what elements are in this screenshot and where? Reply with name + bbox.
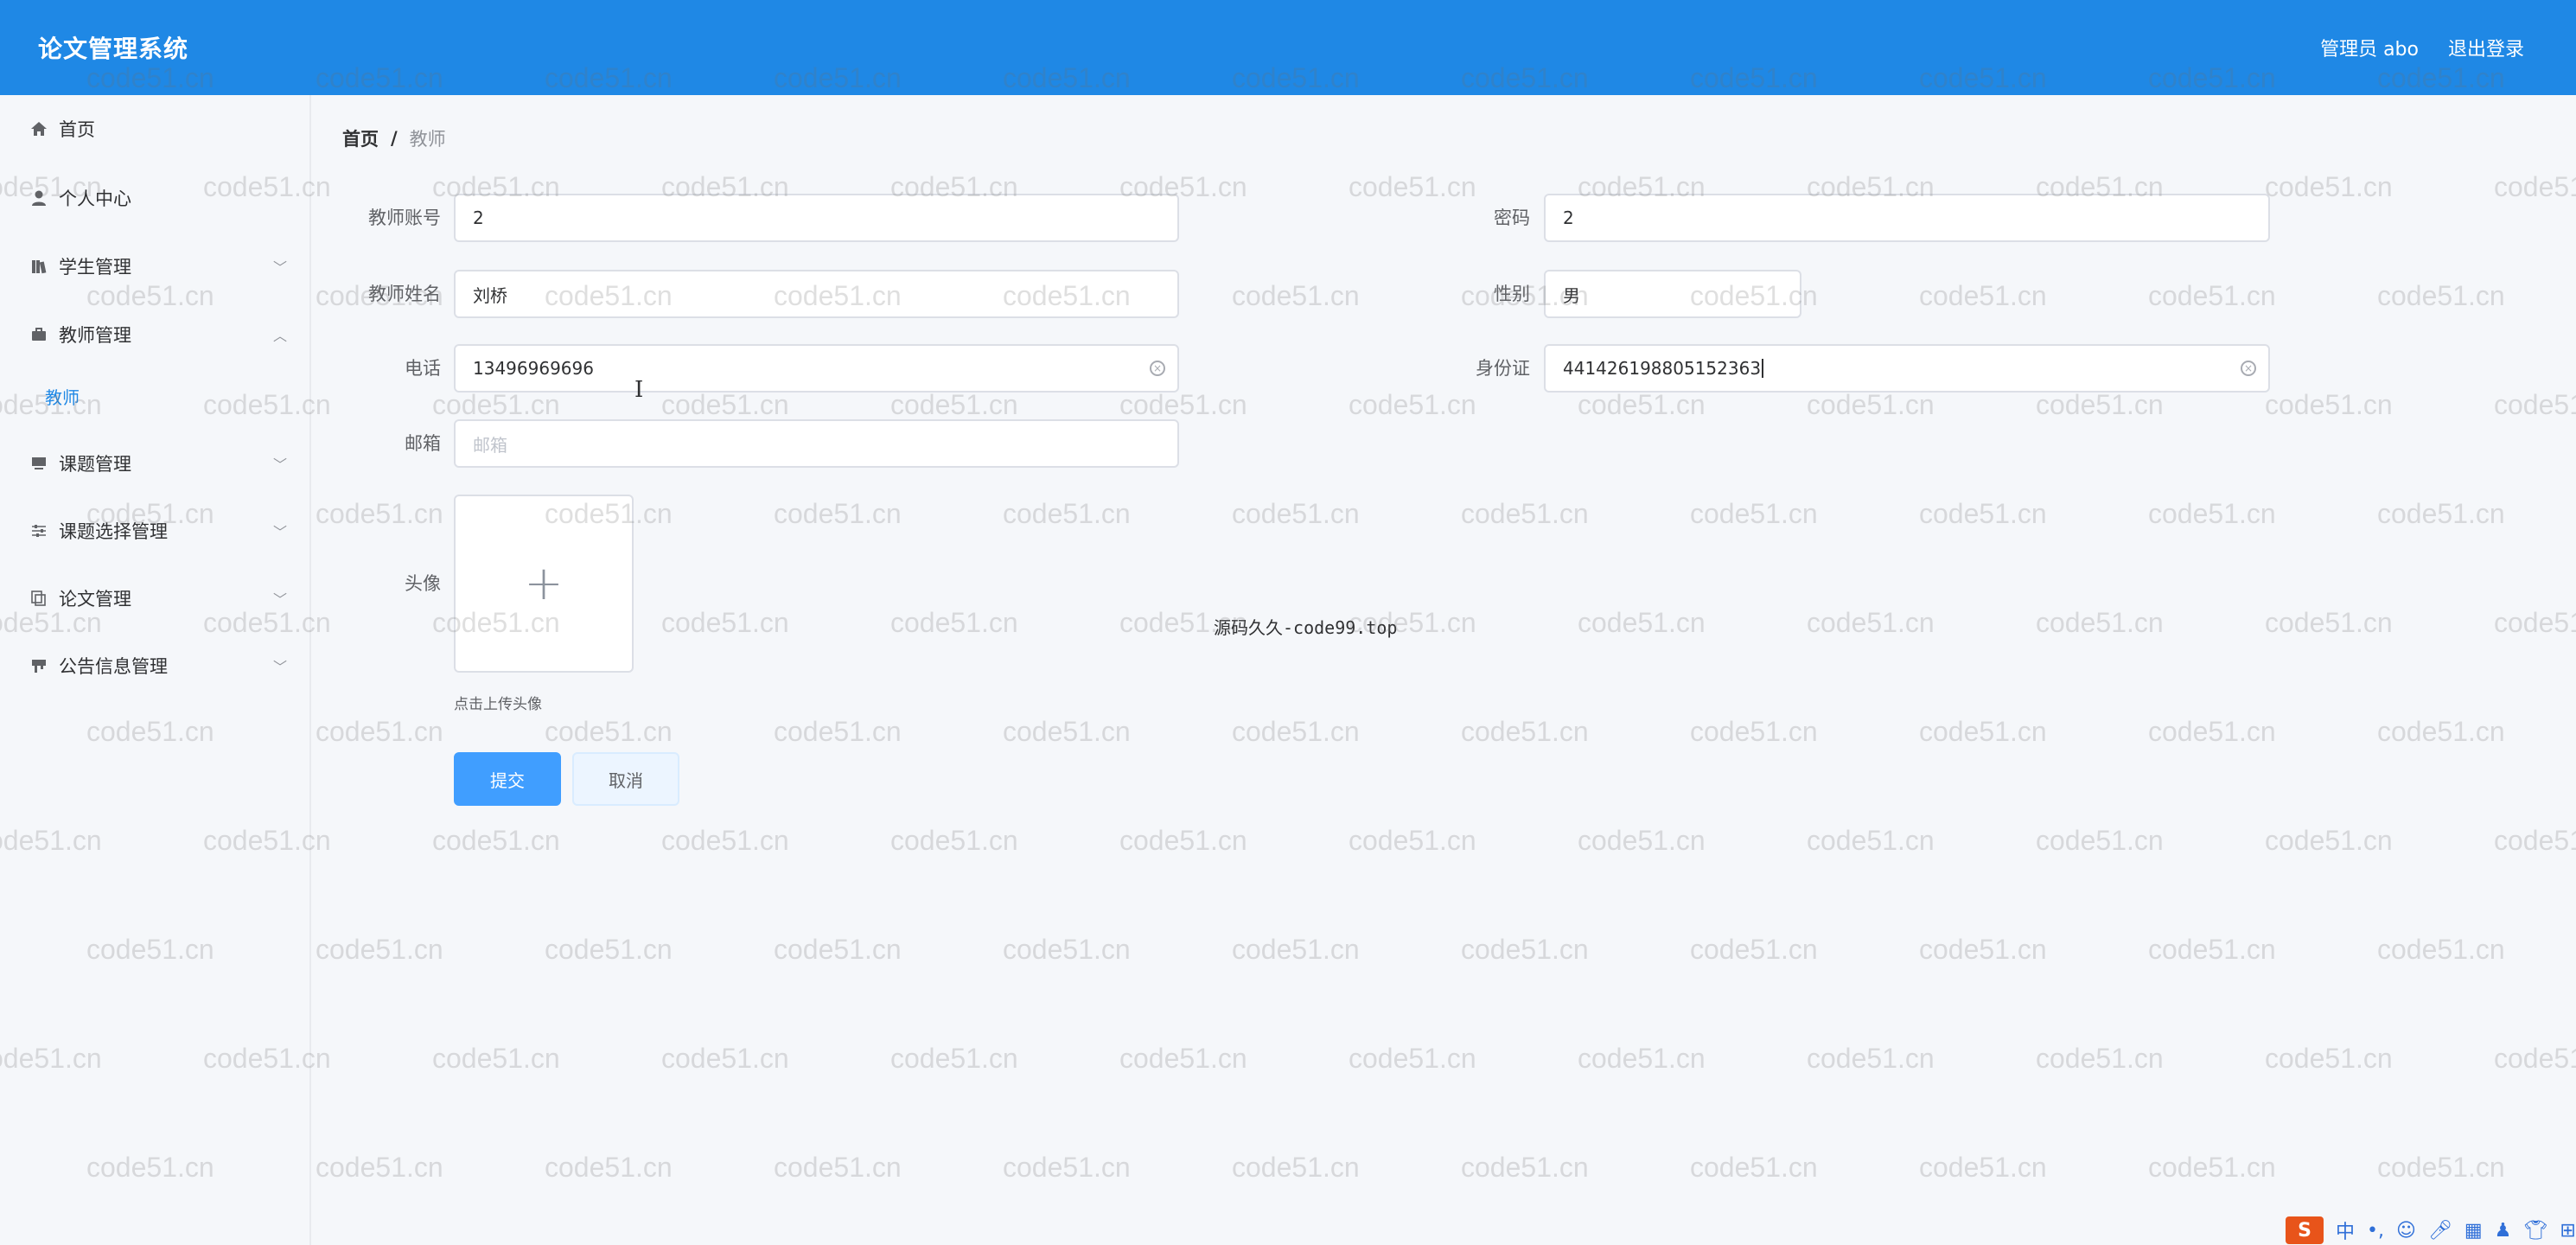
sidebar-item-label: 课题管理 — [59, 454, 131, 475]
sidebar-subitem-label: 教师 — [45, 386, 80, 408]
plus-icon: + — [524, 556, 564, 610]
breadcrumb-home[interactable]: 首页 — [342, 125, 379, 151]
chevron-down-icon: ﹀ — [272, 259, 287, 276]
chevron-down-icon: ﹀ — [272, 659, 287, 675]
top-header: 论文管理系统 管理员 abo 退出登录 — [0, 0, 2576, 95]
name-label: 教师姓名 — [368, 284, 441, 304]
phone-value: 13496969696 — [473, 358, 594, 379]
books-icon — [29, 257, 48, 276]
account-input[interactable]: 2 — [454, 194, 1179, 242]
grid-icon[interactable]: ⊞ — [2560, 1220, 2575, 1242]
clear-icon[interactable]: × — [2241, 361, 2256, 376]
email-placeholder: 邮箱 — [473, 434, 507, 456]
avatar-upload-hint: 点击上传头像 — [454, 696, 542, 713]
briefcase-icon — [29, 325, 48, 344]
logout-link[interactable]: 退出登录 — [2448, 34, 2524, 61]
system-tray: S 中 •, ☺ 🎤︎ ▦ ♟ 👕︎ ⊞ — [2273, 1216, 2576, 1245]
clear-icon[interactable]: × — [1150, 361, 1165, 376]
ime-language-label[interactable]: 中 — [2336, 1216, 2355, 1244]
sidebar-item-label: 学生管理 — [59, 257, 131, 278]
overlay-source-text: 源码久久-code99.top — [1214, 617, 1398, 638]
account-label: 教师账号 — [368, 208, 441, 228]
password-label: 密码 — [1494, 208, 1530, 228]
sidebar: 首页 个人中心 学生管理 ﹀ 教师管理 ︿ 教师 课题管理 ﹀ 课题选择管理 ﹀… — [0, 95, 311, 1245]
email-label: 邮箱 — [405, 433, 441, 454]
sidebar-item-profile[interactable]: 个人中心 — [0, 172, 311, 224]
gender-select[interactable]: 男 — [1544, 270, 1801, 318]
main-content: 首页 / 教师 教师账号 2 密码 2 教师姓名 刘桥 性别 男 电话 1349… — [311, 95, 2576, 1245]
sidebar-item-label: 公告信息管理 — [59, 656, 168, 677]
shirt-icon[interactable]: 👕︎ — [2523, 1220, 2547, 1242]
microphone-icon[interactable]: 🎤︎ — [2428, 1220, 2452, 1242]
chevron-down-icon: ﹀ — [272, 456, 287, 473]
password-input[interactable]: 2 — [1544, 194, 2270, 242]
chevron-down-icon: ﹀ — [272, 524, 287, 540]
password-value: 2 — [1563, 208, 1574, 228]
name-value: 刘桥 — [473, 284, 507, 306]
app-title: 论文管理系统 — [38, 35, 189, 63]
current-user-label[interactable]: 管理员 abo — [2320, 34, 2419, 61]
megaphone-icon — [29, 656, 48, 675]
home-icon — [29, 119, 48, 138]
copy-icon — [29, 589, 48, 608]
user-icon — [29, 188, 48, 208]
sidebar-item-label: 教师管理 — [59, 325, 131, 346]
sidebar-item-paper-management[interactable]: 论文管理 ﹀ — [0, 572, 311, 624]
phone-input[interactable]: 13496969696 × — [454, 344, 1179, 393]
sidebar-item-label: 论文管理 — [59, 589, 131, 610]
sidebar-item-label: 个人中心 — [59, 188, 131, 209]
sidebar-item-student-management[interactable]: 学生管理 ﹀ — [0, 240, 311, 292]
submit-button[interactable]: 提交 — [454, 752, 561, 806]
sidebar-item-teacher-management[interactable]: 教师管理 ︿ — [0, 309, 311, 361]
emoji-icon[interactable]: ☺ — [2396, 1220, 2416, 1242]
sidebar-item-home[interactable]: 首页 — [0, 103, 311, 155]
keyboard-icon[interactable]: ▦ — [2464, 1220, 2483, 1242]
sidebar-item-topic-management[interactable]: 课题管理 ﹀ — [0, 437, 311, 489]
account-value: 2 — [473, 208, 484, 228]
sidebar-item-label: 课题选择管理 — [59, 521, 168, 542]
sidebar-item-topic-selection-management[interactable]: 课题选择管理 ﹀ — [0, 505, 311, 557]
avatar-label: 头像 — [405, 573, 441, 594]
mouse-text-cursor-icon: I — [634, 377, 644, 403]
breadcrumb-separator: / — [391, 128, 398, 149]
user-icon[interactable]: ♟ — [2495, 1220, 2512, 1242]
avatar-upload[interactable]: + — [454, 495, 634, 673]
phone-label: 电话 — [405, 358, 441, 379]
chevron-up-icon: ︿ — [272, 328, 287, 344]
text-caret — [1762, 359, 1764, 378]
id-card-value: 441426198805152363 — [1563, 358, 1762, 379]
name-input[interactable]: 刘桥 — [454, 270, 1179, 318]
sidebar-item-announcement-management[interactable]: 公告信息管理 ﹀ — [0, 640, 311, 692]
sliders-icon — [29, 521, 48, 540]
chevron-down-icon: ﹀ — [272, 591, 287, 608]
punctuation-icon[interactable]: •, — [2367, 1220, 2384, 1242]
id-card-label: 身份证 — [1476, 358, 1530, 379]
ime-logo-icon[interactable]: S — [2286, 1216, 2324, 1244]
cancel-button[interactable]: 取消 — [572, 752, 679, 806]
email-input[interactable]: 邮箱 — [454, 419, 1179, 468]
header-user-area: 管理员 abo 退出登录 — [2320, 34, 2524, 61]
gender-value: 男 — [1563, 284, 1580, 306]
monitor-icon — [29, 454, 48, 473]
sidebar-item-label: 首页 — [59, 119, 95, 140]
breadcrumb-current: 教师 — [409, 129, 446, 150]
id-card-input[interactable]: 441426198805152363 × — [1544, 344, 2270, 393]
breadcrumb: 首页 / 教师 — [342, 125, 446, 151]
gender-label: 性别 — [1494, 284, 1530, 304]
sidebar-subitem-teacher[interactable]: 教师 — [0, 372, 311, 420]
